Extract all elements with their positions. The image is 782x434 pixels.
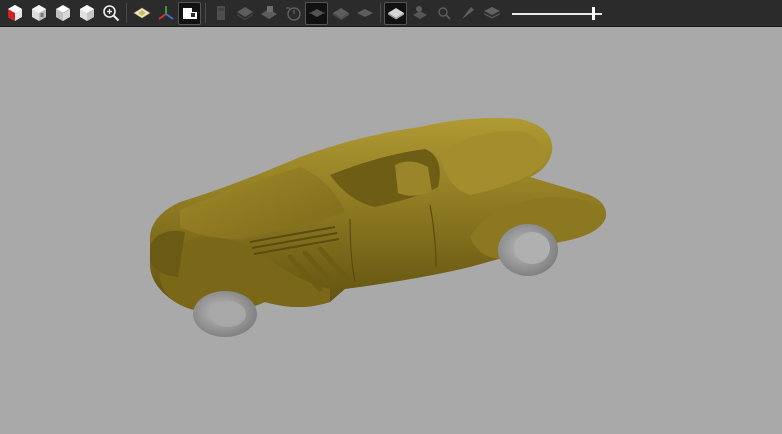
front-hub [210,301,246,327]
view-iso-button[interactable] [3,2,26,25]
gear-layer-icon [412,6,427,19]
layers-button[interactable] [480,2,503,25]
pin-icon [461,7,474,19]
shaded-plane-icon [132,7,151,19]
clip-box-button[interactable] [209,2,232,25]
section-view-icon [182,8,197,19]
clip-box-icon [216,6,225,20]
slider-handle[interactable] [592,6,596,20]
layer-stack-button[interactable] [233,2,256,25]
layer-solid-icon [332,8,349,20]
toolbar-separator [126,3,127,23]
view-top-button[interactable] [51,2,74,25]
zoom-fit-button[interactable] [99,2,122,25]
axis-triad-button[interactable] [154,2,177,25]
view-side-button[interactable] [75,2,98,25]
viewer-toolbar [0,0,782,27]
toolbar-separator [380,3,381,23]
car-model-render [149,118,607,337]
explode-view-icon [308,9,325,17]
explode-view-button[interactable] [305,1,328,25]
3d-viewport[interactable] [0,27,782,430]
timer-icon [285,7,301,21]
car-seat [395,161,432,196]
pin-button[interactable] [456,2,479,25]
zoom-fit-icon [102,5,119,22]
transparency-slider[interactable] [512,2,602,25]
shaded-solid-icon [387,8,404,20]
layer-stack-icon [236,7,253,20]
axis-triad-icon [157,6,174,20]
view-cube-side-icon [79,5,94,21]
layer-edit-button[interactable] [257,2,280,25]
layers-icon [483,7,500,19]
layer-flat-button[interactable] [353,2,376,25]
rear-hub [514,232,550,264]
measure-button[interactable] [432,2,455,25]
section-view-button[interactable] [178,1,201,25]
view-cube-iso-icon [7,5,22,21]
layer-flat-icon [356,9,373,17]
ground-plane-button[interactable] [130,2,153,25]
toolbar-separator [205,3,206,23]
timer-button[interactable] [281,2,304,25]
measure-icon [437,7,451,20]
view-front-button[interactable] [27,2,50,25]
view-cube-top-icon [54,4,71,21]
gear-layer-button[interactable] [408,2,431,25]
slider-track [512,12,602,15]
layer-solid-button[interactable] [329,2,352,25]
layer-edit-icon [260,6,277,19]
view-cube-front-icon [31,5,46,21]
shaded-solid-button[interactable] [384,1,407,25]
